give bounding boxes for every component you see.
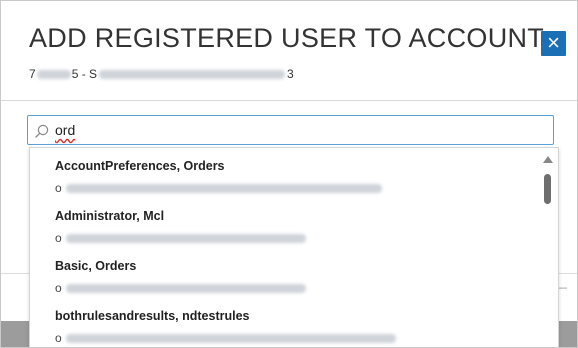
dialog-header: ADD REGISTERED USER TO ACCOUNT 7 5 - S 3… (1, 1, 577, 101)
suggestion-name: AccountPreferences, Orders (55, 159, 225, 173)
suggestion-email: o (55, 331, 396, 345)
search-icon (35, 124, 49, 138)
dialog-title: ADD REGISTERED USER TO ACCOUNT (29, 23, 545, 53)
search-value: ord (55, 122, 76, 138)
redacted-account-name (99, 69, 286, 79)
scroll-up-arrow-icon[interactable] (543, 156, 553, 163)
suggestion-email: o (55, 281, 306, 295)
account-number-mid: 5 - S (71, 67, 98, 81)
redacted-email (65, 283, 306, 293)
dropdown-scrollbar[interactable] (539, 148, 557, 347)
email-prefix: o (55, 181, 62, 195)
redacted-email (65, 233, 306, 243)
email-prefix: o (55, 231, 62, 245)
account-subtitle: 7 5 - S 3 (29, 67, 294, 81)
suggestion-name: bothrulesandresults, ndtestrules (55, 309, 250, 323)
redacted-email (65, 333, 396, 343)
suggestion-item[interactable]: Administrator, Mcl o (30, 198, 535, 248)
suggestion-email: o (55, 181, 382, 195)
close-button[interactable]: × (541, 31, 566, 56)
user-search-input[interactable]: ord (27, 115, 554, 145)
email-prefix: o (55, 281, 62, 295)
redacted-email (65, 183, 382, 193)
suggestion-name: Administrator, Mcl (55, 209, 165, 223)
email-prefix: o (55, 331, 62, 345)
suggestion-item[interactable]: Basic, Orders o (30, 248, 535, 298)
redacted-account-number (36, 69, 71, 79)
suggestion-item[interactable]: AccountPreferences, Orders o (30, 148, 535, 198)
account-number-prefix: 7 (29, 67, 36, 81)
suggestion-email: o (55, 231, 306, 245)
account-name-suffix: 3 (287, 67, 294, 81)
close-icon: × (547, 30, 560, 55)
suggestion-item[interactable]: bothrulesandresults, ndtestrules o (30, 298, 535, 347)
add-user-dialog: ADD REGISTERED USER TO ACCOUNT 7 5 - S 3… (0, 0, 578, 348)
scroll-thumb[interactable] (544, 174, 551, 204)
suggestion-name: Basic, Orders (55, 259, 137, 273)
user-suggestions-dropdown: AccountPreferences, Orders o Administrat… (29, 147, 559, 347)
